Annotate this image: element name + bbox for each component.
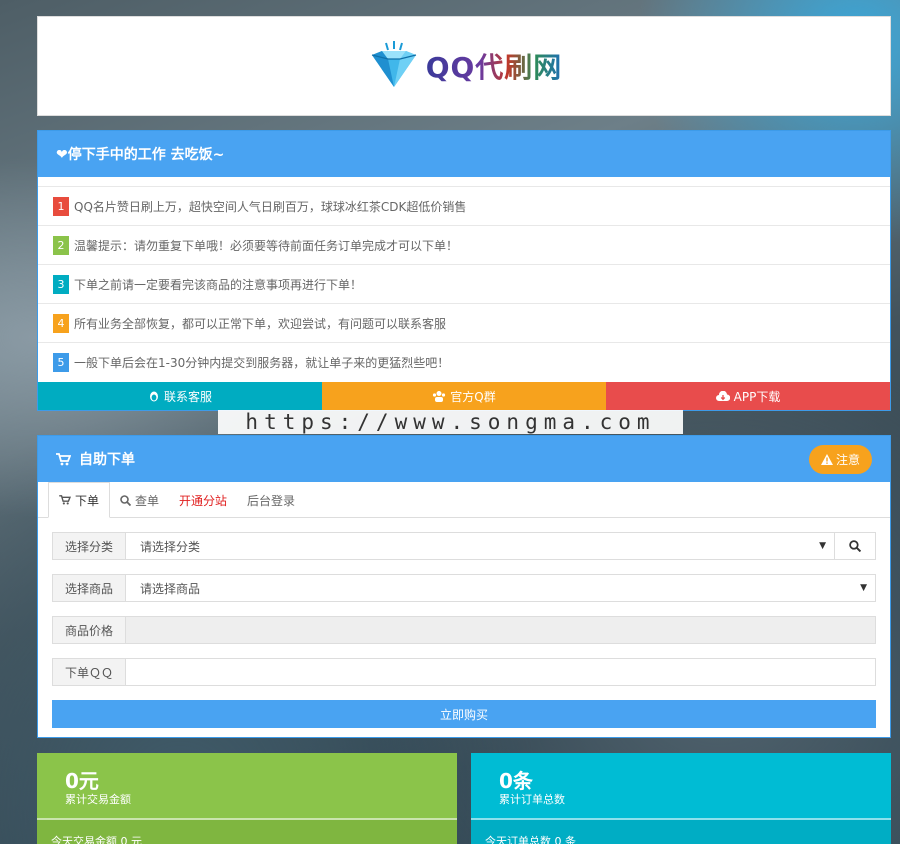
app-download-button[interactable]: APP下载 — [606, 382, 890, 410]
tab-query[interactable]: 查单 — [110, 482, 169, 518]
cart-icon — [56, 452, 71, 465]
list-item: 5 一般下单后会在1-30分钟内提交到服务器，就让单子来的更猛烈些吧！ — [38, 343, 890, 382]
price-label: 商品价格 — [52, 616, 126, 644]
notice-list: 1 QQ名片赞日刷上万，超快空间人气日刷百万，球球冰红茶CDK超低价销售 2 温… — [38, 186, 890, 382]
total-orders-card: 0条 累计订单总数 今天订单总数 0 条 — [471, 753, 891, 844]
order-form: 选择分类 请选择分类 ▼ 选择商品 请选择商品 ▼ 商品价格 下单ＱＱ 立即购买 — [38, 518, 890, 728]
notice-number: 3 — [53, 274, 69, 294]
official-group-button[interactable]: 官方Q群 — [322, 382, 606, 410]
list-item: 3 下单之前请一定要看完该商品的注意事项再进行下单！ — [38, 265, 890, 304]
notice-text: 温馨提示：请勿重复下单哦！必须要等待前面任务订单完成才可以下单！ — [74, 238, 459, 253]
tab-order-label: 下单 — [75, 493, 100, 508]
notice-panel: ❤停下手中的工作 去吃饭~ 1 QQ名片赞日刷上万，超快空间人气日刷百万，球球冰… — [37, 130, 891, 411]
search-icon — [120, 494, 132, 506]
notice-number: 4 — [53, 313, 69, 333]
product-label: 选择商品 — [52, 574, 126, 602]
app-download-label: APP下载 — [733, 389, 781, 404]
category-search-button[interactable] — [835, 532, 876, 560]
tab-admin[interactable]: 后台登录 — [237, 482, 305, 518]
diamond-icon — [371, 41, 416, 87]
search-icon — [849, 540, 861, 552]
notice-title: ❤停下手中的工作 去吃饭~ — [38, 131, 890, 177]
tab-branch[interactable]: 开通分站 — [169, 482, 237, 518]
notice-number: 2 — [53, 235, 69, 255]
product-value: 请选择商品 — [140, 581, 201, 596]
tab-order[interactable]: 下单 — [48, 482, 111, 518]
official-group-label: 官方Q群 — [450, 389, 496, 404]
qq-label: 下单ＱＱ — [52, 658, 126, 686]
buy-now-button[interactable]: 立即购买 — [52, 700, 876, 728]
product-select[interactable]: 请选择商品 ▼ — [126, 574, 876, 602]
penguin-icon — [149, 391, 158, 402]
category-label: 选择分类 — [52, 532, 126, 560]
logo-panel: QQ代刷网 — [37, 16, 891, 116]
order-title: 自助下单 — [79, 452, 135, 468]
qq-input[interactable] — [126, 658, 876, 686]
total-amount-value: 0元 — [65, 769, 99, 793]
price-field — [126, 616, 876, 644]
category-row: 选择分类 请选择分类 ▼ — [52, 532, 876, 560]
total-amount-card: 0元 累计交易金额 今天交易金额 0 元 — [37, 753, 457, 844]
logo-text: QQ代刷网 — [426, 46, 563, 86]
notice-text: 一般下单后会在1-30分钟内提交到服务器，就让单子来的更猛烈些吧！ — [74, 356, 450, 370]
total-orders-value: 0条 — [499, 769, 533, 793]
cloud-download-icon — [715, 390, 730, 401]
today-amount-text: 今天交易金额 0 元 — [51, 835, 142, 844]
category-select[interactable]: 请选择分类 ▼ — [126, 532, 835, 560]
notice-text: 下单之前请一定要看完该商品的注意事项再进行下单！ — [74, 277, 363, 292]
order-header: 自助下单 注意 — [38, 436, 890, 482]
tab-branch-label: 开通分站 — [179, 493, 228, 508]
warning-icon — [820, 454, 833, 465]
total-amount-label: 累计交易金额 — [65, 793, 131, 806]
order-tabs: 下单 查单 开通分站 后台登录 — [38, 482, 890, 518]
notice-text: QQ名片赞日刷上万，超快空间人气日刷百万，球球冰红茶CDK超低价销售 — [74, 199, 467, 214]
contact-service-label: 联系客服 — [163, 389, 212, 404]
users-icon — [433, 391, 446, 402]
chevron-down-icon: ▼ — [819, 541, 826, 551]
divider — [37, 818, 457, 820]
list-item: 1 QQ名片赞日刷上万，超快空间人气日刷百万，球球冰红茶CDK超低价销售 — [38, 187, 890, 226]
divider — [471, 818, 891, 820]
notice-button-label: 注意 — [835, 453, 860, 467]
qq-row: 下单ＱＱ — [52, 658, 876, 686]
notice-number: 5 — [53, 353, 69, 372]
order-panel: 自助下单 注意 下单 查单 开通分站 后台登录 选择分类 请选择分类 ▼ 选择商… — [37, 435, 891, 738]
contact-service-button[interactable]: 联系客服 — [38, 382, 322, 410]
notice-buttons: 联系客服 官方Q群 APP下载 — [38, 382, 890, 410]
notice-number: 1 — [53, 196, 69, 216]
chevron-down-icon: ▼ — [860, 583, 867, 593]
list-item: 4 所有业务全部恢复，都可以正常下单，欢迎尝试，有问题可以联系客服 — [38, 304, 890, 343]
today-orders-text: 今天订单总数 0 条 — [485, 835, 576, 844]
category-value: 请选择分类 — [140, 539, 201, 554]
notice-text: 所有业务全部恢复，都可以正常下单，欢迎尝试，有问题可以联系客服 — [74, 316, 447, 331]
tab-query-label: 查单 — [135, 493, 160, 508]
price-row: 商品价格 — [52, 616, 876, 644]
list-item: 2 温馨提示：请勿重复下单哦！必须要等待前面任务订单完成才可以下单！ — [38, 226, 890, 265]
total-orders-label: 累计订单总数 — [499, 793, 565, 806]
site-logo[interactable]: QQ代刷网 — [366, 41, 563, 91]
notice-button[interactable]: 注意 — [808, 445, 872, 474]
watermark: https://www.songma.com — [218, 410, 683, 434]
product-row: 选择商品 请选择商品 ▼ — [52, 574, 876, 602]
cart-icon — [59, 495, 71, 505]
tab-admin-label: 后台登录 — [247, 493, 296, 508]
